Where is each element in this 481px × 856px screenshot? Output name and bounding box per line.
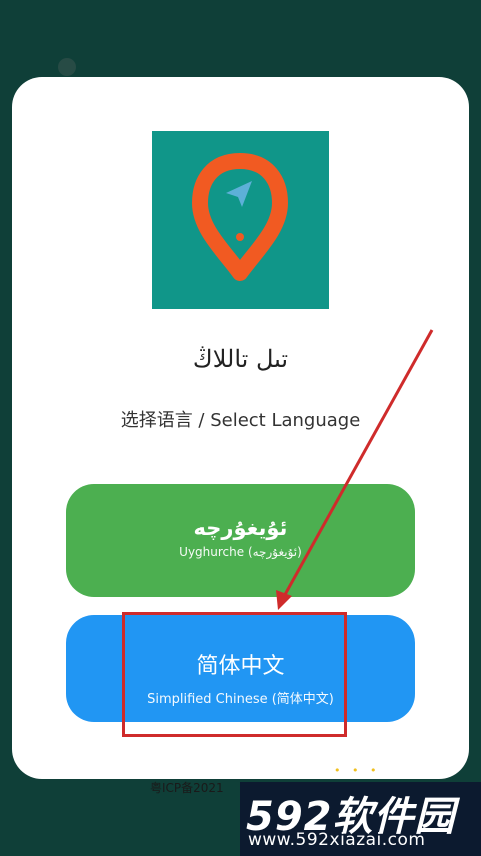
- uyghur-language-button[interactable]: ئۇيغۇرچە Uyghurche (ئۇيغۇرچە): [66, 484, 415, 597]
- background-dot: [58, 58, 76, 76]
- site-watermark: 592软件园 www.592xiazai.com: [240, 782, 481, 856]
- uyghur-button-sublabel: Uyghurche (ئۇيغۇرچە): [179, 545, 302, 559]
- location-pin-icon: [152, 131, 329, 309]
- uyghur-button-label: ئۇيغۇرچە: [193, 516, 288, 540]
- dialog-title: تىل تاللاڭ: [192, 345, 289, 373]
- footer-decoration: • • •: [334, 764, 381, 777]
- app-icon-graphic: [192, 153, 288, 281]
- select-language-label: 选择语言 / Select Language: [120, 410, 361, 431]
- watermark-url: www.592xiazai.com: [248, 830, 426, 850]
- annotation-highlight-box: [122, 612, 347, 737]
- icp-text: 粤ICP备2021: [150, 781, 224, 795]
